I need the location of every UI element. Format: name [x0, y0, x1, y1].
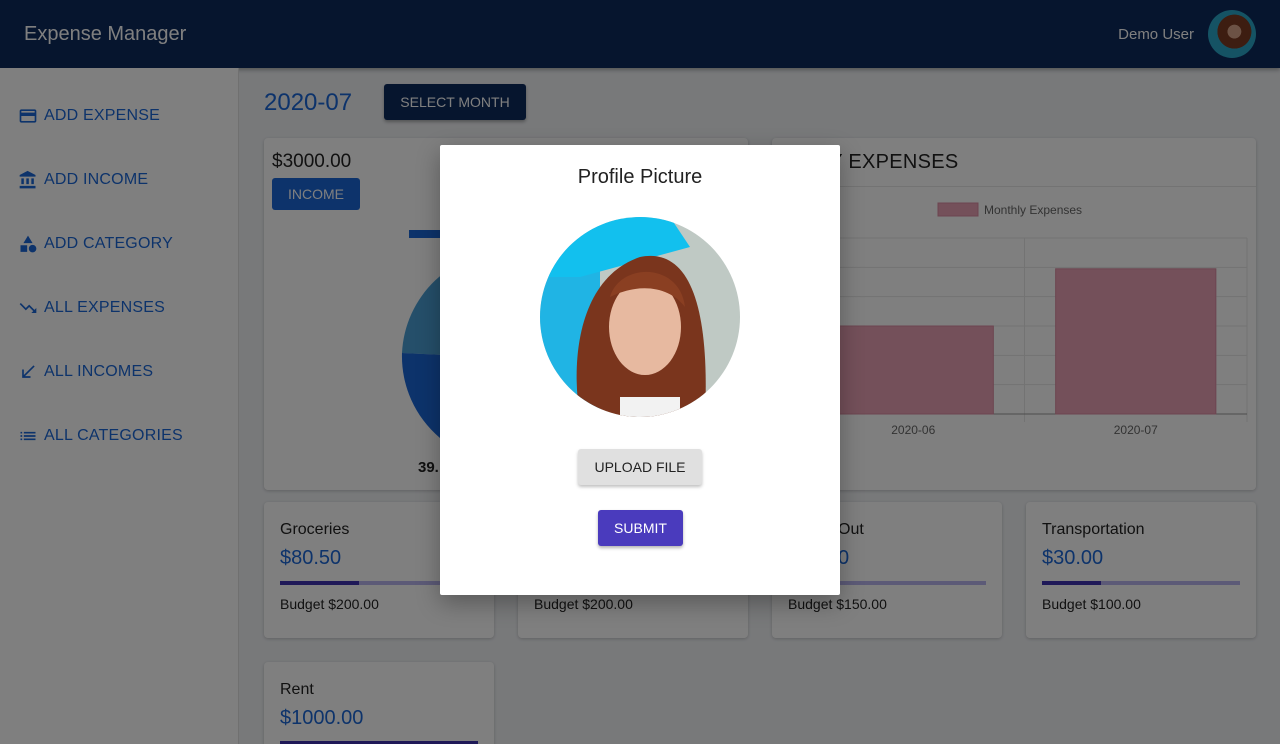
- dialog-title: Profile Picture: [577, 166, 703, 188]
- upload-file-button[interactable]: UPLOAD FILE: [578, 449, 702, 485]
- profile-photo-image: [540, 217, 740, 417]
- profile-picture: [540, 217, 740, 417]
- profile-picture-dialog: Profile Picture UPLOAD FILE SUBMIT: [440, 145, 840, 595]
- submit-button[interactable]: SUBMIT: [598, 510, 683, 546]
